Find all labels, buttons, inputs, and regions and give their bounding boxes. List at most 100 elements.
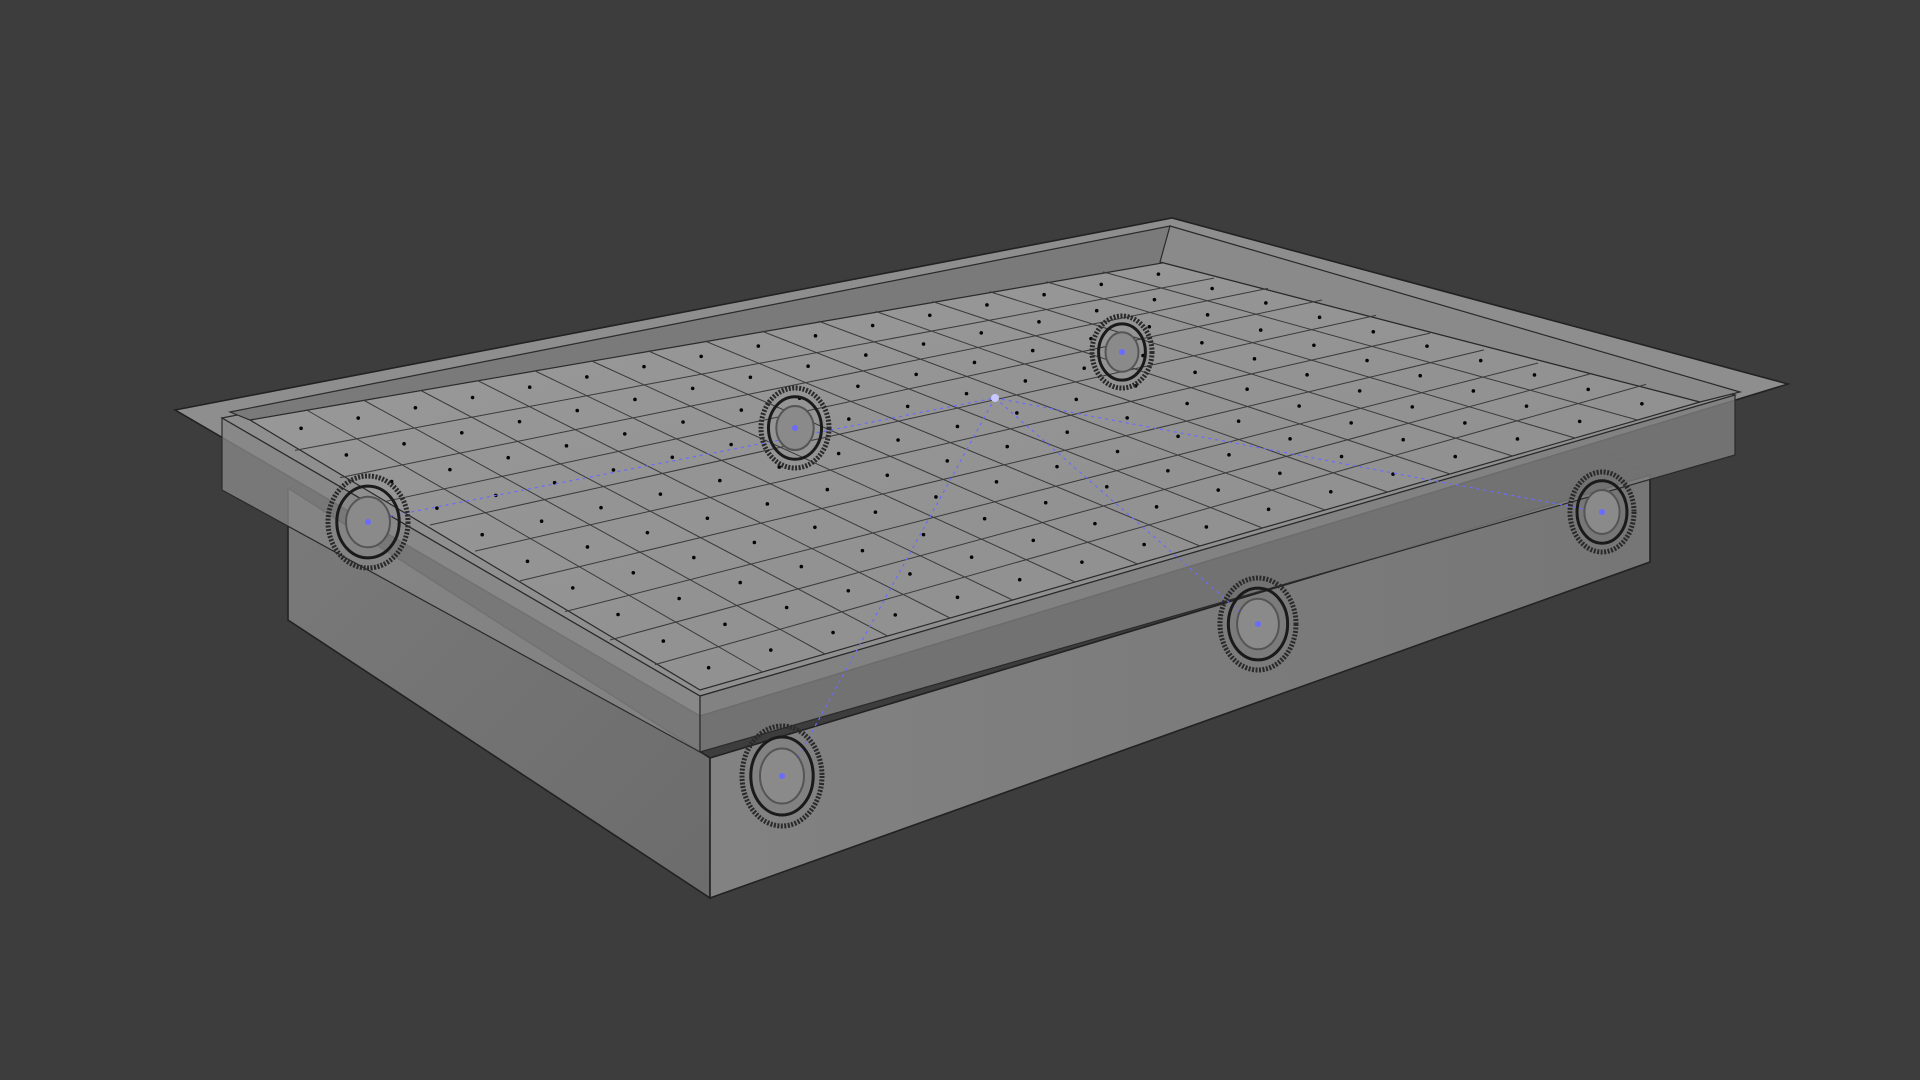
vertex-dot	[1463, 421, 1467, 425]
vertex-dot	[873, 510, 878, 514]
vertex-dot	[681, 420, 685, 424]
vertex-dot	[1328, 489, 1333, 494]
vertex-dot	[706, 665, 711, 670]
vertex-dot	[661, 639, 666, 643]
vertex-dot	[564, 444, 569, 448]
vertex-dot	[1258, 328, 1263, 332]
vertex-dot	[1227, 453, 1231, 457]
vertex-dot	[964, 391, 969, 396]
vertex-dot	[921, 342, 926, 346]
vertex-dot	[738, 580, 743, 585]
vertex-dot	[1252, 357, 1257, 361]
vertex-dot	[1017, 577, 1022, 582]
vertex-dot	[645, 530, 650, 535]
vertex-dot	[1104, 484, 1109, 489]
vertex-dot	[905, 404, 910, 409]
vertex-dot	[723, 622, 727, 627]
vertex-dot	[1043, 500, 1048, 505]
vertex-dot	[955, 595, 960, 600]
vertex-dot	[1278, 471, 1282, 476]
vertex-dot	[1453, 454, 1458, 459]
vertex-dot	[1297, 404, 1301, 408]
vertex-dot	[1037, 320, 1041, 324]
vertex-dot	[658, 492, 663, 496]
vertex-dot	[705, 516, 710, 521]
vertex-dot	[1425, 344, 1429, 348]
vertex-dot	[908, 572, 912, 576]
vertex-dot	[1205, 313, 1210, 317]
vertex-dot	[784, 605, 789, 610]
vertex-dot	[927, 313, 932, 318]
vertex-dot	[1471, 389, 1476, 393]
vertex-dot	[847, 417, 851, 421]
vertex-dot	[670, 455, 675, 460]
vertex-dot	[1478, 358, 1483, 363]
vertex-dot	[1099, 282, 1104, 287]
vertex-dot	[1210, 286, 1214, 291]
vertex-dot	[1065, 430, 1070, 435]
scene-canvas[interactable]	[0, 0, 1920, 1080]
vertex-dot	[765, 502, 770, 506]
vertex-dot	[799, 564, 804, 569]
vertex-dot	[413, 405, 418, 410]
vertex-dot	[599, 505, 603, 510]
vertex-dot	[1266, 507, 1271, 512]
vertex-dot	[480, 532, 485, 537]
vertex-dot	[1524, 404, 1529, 408]
vertex-dot	[575, 408, 580, 413]
vertex-dot	[831, 630, 835, 635]
vertex-dot	[1401, 437, 1406, 442]
vertex-dot	[729, 442, 733, 447]
origin-point	[991, 394, 999, 402]
vertex-dot	[1245, 387, 1249, 392]
vertex-dot	[1418, 373, 1423, 378]
vertex-dot	[969, 555, 974, 560]
bearing-center	[1119, 349, 1125, 355]
vertex-dot	[1200, 340, 1204, 345]
3d-viewport[interactable]	[0, 0, 1920, 1080]
vertex-dot	[825, 487, 830, 492]
vertex-dot	[994, 480, 999, 484]
vertex-dot	[846, 588, 851, 593]
bearing-center	[1599, 509, 1605, 515]
vertex-dot	[1080, 560, 1084, 564]
vertex-dot	[299, 426, 303, 431]
vertex-dot	[756, 344, 761, 348]
vertex-dot	[1125, 416, 1129, 420]
vertex-dot	[813, 334, 818, 338]
vertex-dot	[356, 416, 361, 420]
vertex-dot	[1154, 505, 1159, 509]
vertex-dot	[1094, 308, 1099, 313]
vertex-dot	[856, 384, 860, 389]
vertex-dot	[914, 372, 918, 377]
vertex-dot	[1147, 324, 1152, 329]
vertex-dot	[1156, 272, 1161, 276]
vertex-dot	[699, 354, 703, 359]
vertex-dot	[1317, 315, 1322, 320]
vertex-dot	[979, 331, 984, 335]
vertex-dot	[1031, 538, 1036, 543]
vertex-dot	[1082, 366, 1087, 371]
vertex-dot	[539, 519, 544, 524]
vertex-dot	[1339, 454, 1344, 459]
vertex-dot	[622, 432, 627, 436]
vertex-dot	[1288, 437, 1292, 441]
vertex-dot	[748, 375, 753, 380]
vertex-dot	[1264, 301, 1268, 305]
vertex-dot	[1586, 387, 1590, 392]
vertex-dot	[955, 424, 960, 429]
vertex-dot	[1030, 348, 1035, 353]
vertex-dot	[718, 478, 722, 483]
vertex-dot	[1577, 419, 1582, 424]
vertex-dot	[885, 473, 890, 478]
vertex-dot	[1410, 405, 1415, 409]
vertex-dot	[506, 455, 511, 460]
vertex-dot	[470, 395, 475, 400]
vertex-dot	[1055, 464, 1059, 469]
vertex-dot	[1236, 419, 1241, 424]
vertex-dot	[1115, 449, 1120, 454]
vertex-dot	[1216, 488, 1221, 492]
vertex-dot	[1142, 542, 1146, 547]
vertex-dot	[1176, 434, 1180, 439]
bearing-center	[365, 519, 371, 525]
